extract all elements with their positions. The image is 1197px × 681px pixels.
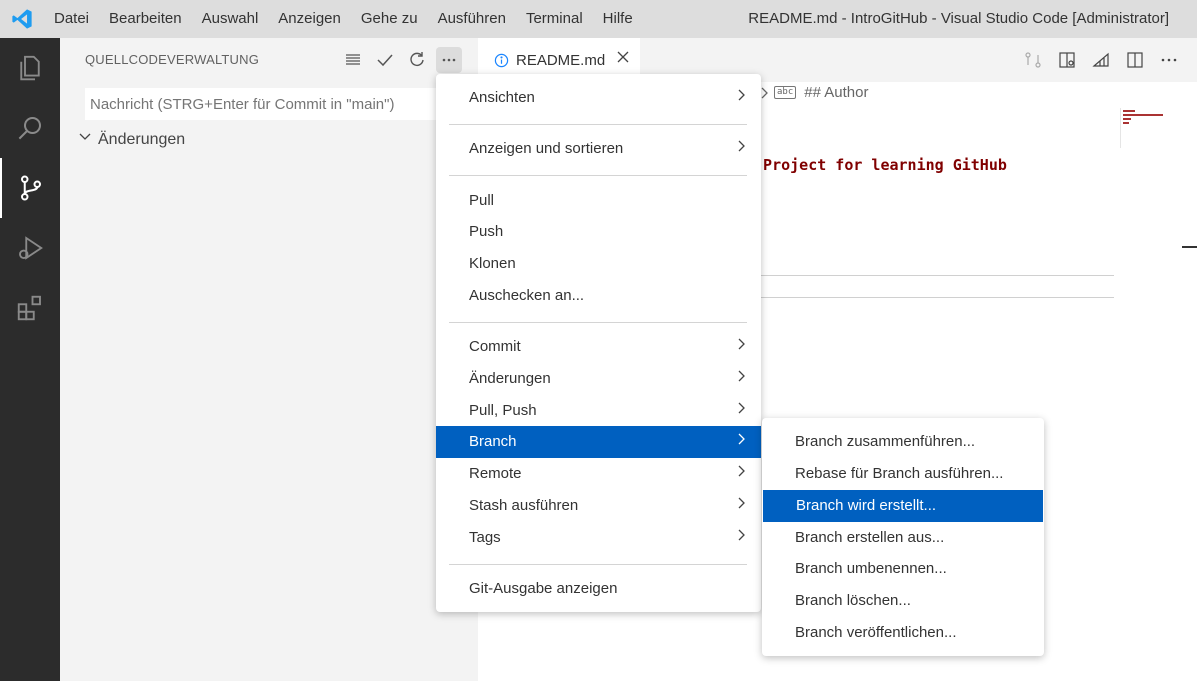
menu-separator <box>449 175 747 176</box>
submenu-item-publish-branch[interactable]: Branch veröffentlichen... <box>762 617 1044 649</box>
menu-item-push[interactable]: Push <box>436 216 761 248</box>
close-icon[interactable] <box>616 50 630 68</box>
menu-item-klonen[interactable]: Klonen <box>436 248 761 280</box>
menu-item-pull-push[interactable]: Pull, Push <box>436 395 761 427</box>
explorer-icon[interactable] <box>0 38 60 98</box>
minimap-line <box>1123 122 1129 124</box>
minimap-line <box>1123 114 1163 116</box>
activity-bar <box>0 38 60 681</box>
menu-item-remote[interactable]: Remote <box>436 458 761 490</box>
window-title: README.md - IntroGitHub - Visual Studio … <box>748 10 1169 27</box>
menu-item-anzeigen-und-sortieren[interactable]: Anzeigen und sortieren <box>436 133 761 165</box>
source-control-sidebar: QUELLCODEVERWALTUNG Änderungen <box>60 38 478 681</box>
menu-item-aenderungen[interactable]: Änderungen <box>436 363 761 395</box>
extensions-icon[interactable] <box>0 278 60 338</box>
menu-item-auschecken[interactable]: Auschecken an... <box>436 280 761 312</box>
menu-item-pull[interactable]: Pull <box>436 185 761 217</box>
menu-datei[interactable]: Datei <box>44 0 99 38</box>
menu-anzeigen[interactable]: Anzeigen <box>268 0 351 38</box>
vscode-logo-icon <box>0 0 44 38</box>
chevron-right-icon <box>737 522 747 554</box>
submenu-item-create-branch[interactable]: Branch wird erstellt... <box>763 490 1043 522</box>
menu-separator <box>449 124 747 125</box>
divider <box>760 275 1114 276</box>
minimap-line <box>1123 118 1131 120</box>
chevron-right-icon <box>737 395 747 427</box>
chevron-right-icon <box>737 490 747 522</box>
open-changes-icon[interactable] <box>1021 48 1045 72</box>
menu-item-stash[interactable]: Stash ausführen <box>436 490 761 522</box>
commit-check-icon[interactable] <box>372 47 398 73</box>
refresh-icon[interactable] <box>404 47 430 73</box>
editor-actions <box>1021 48 1181 72</box>
chevron-right-icon <box>737 426 747 458</box>
overview-ruler-marker <box>1182 246 1197 248</box>
menu-separator <box>449 322 747 323</box>
minimap[interactable] <box>1120 108 1197 148</box>
submenu-item-branch-merge[interactable]: Branch zusammenführen... <box>762 426 1044 458</box>
divider <box>760 297 1114 298</box>
menu-bar: Datei Bearbeiten Auswahl Anzeigen Gehe z… <box>44 0 643 38</box>
changes-label: Änderungen <box>98 130 186 148</box>
chevron-right-icon <box>737 331 747 363</box>
submenu-item-rebase[interactable]: Rebase für Branch ausführen... <box>762 458 1044 490</box>
chevron-down-icon <box>78 130 98 149</box>
menu-item-branch[interactable]: Branch <box>436 426 761 458</box>
commit-message-input[interactable] <box>85 88 465 120</box>
menu-item-git-ausgabe[interactable]: Git-Ausgabe anzeigen <box>436 573 761 605</box>
menu-auswahl[interactable]: Auswahl <box>192 0 269 38</box>
more-editor-actions-icon[interactable] <box>1157 48 1181 72</box>
menu-item-tags[interactable]: Tags <box>436 522 761 554</box>
branch-submenu: Branch zusammenführen... Rebase für Bran… <box>762 418 1044 656</box>
breadcrumb[interactable]: abc ## Author <box>760 84 868 101</box>
tab-label: README.md <box>516 51 606 69</box>
split-editor-icon[interactable] <box>1123 48 1147 72</box>
submenu-item-create-branch-from[interactable]: Branch erstellen aus... <box>762 522 1044 554</box>
timeline-icon[interactable] <box>1089 48 1113 72</box>
menu-hilfe[interactable]: Hilfe <box>593 0 643 38</box>
string-symbol-icon: abc <box>774 86 797 99</box>
run-debug-icon[interactable] <box>0 218 60 278</box>
code-line: e Project for learning GitHub <box>745 156 1007 174</box>
chevron-right-icon <box>761 87 768 98</box>
menu-terminal[interactable]: Terminal <box>516 0 593 38</box>
chevron-right-icon <box>737 133 747 165</box>
menu-item-commit[interactable]: Commit <box>436 331 761 363</box>
view-as-list-icon[interactable] <box>340 47 366 73</box>
source-control-icon[interactable] <box>0 158 60 218</box>
menu-separator <box>449 564 747 565</box>
chevron-right-icon <box>737 458 747 490</box>
more-actions-icon[interactable] <box>436 47 462 73</box>
more-actions-menu: Ansichten Anzeigen und sortieren Pull Pu… <box>436 74 761 612</box>
sidebar-title: QUELLCODEVERWALTUNG <box>85 52 260 67</box>
submenu-item-delete-branch[interactable]: Branch löschen... <box>762 585 1044 617</box>
submenu-item-rename-branch[interactable]: Branch umbenennen... <box>762 553 1044 585</box>
chevron-right-icon <box>737 82 747 114</box>
breadcrumb-section: ## Author <box>804 84 869 101</box>
minimap-line <box>1123 110 1135 112</box>
title-bar: Datei Bearbeiten Auswahl Anzeigen Gehe z… <box>0 0 1197 38</box>
menu-gehe-zu[interactable]: Gehe zu <box>351 0 428 38</box>
menu-bearbeiten[interactable]: Bearbeiten <box>99 0 192 38</box>
changes-section[interactable]: Änderungen <box>78 130 185 149</box>
menu-ausfuehren[interactable]: Ausführen <box>428 0 516 38</box>
info-icon <box>494 53 509 68</box>
chevron-right-icon <box>737 363 747 395</box>
open-preview-icon[interactable] <box>1055 48 1079 72</box>
sidebar-actions <box>340 47 462 73</box>
search-icon[interactable] <box>0 98 60 158</box>
menu-item-ansichten[interactable]: Ansichten <box>436 82 761 114</box>
